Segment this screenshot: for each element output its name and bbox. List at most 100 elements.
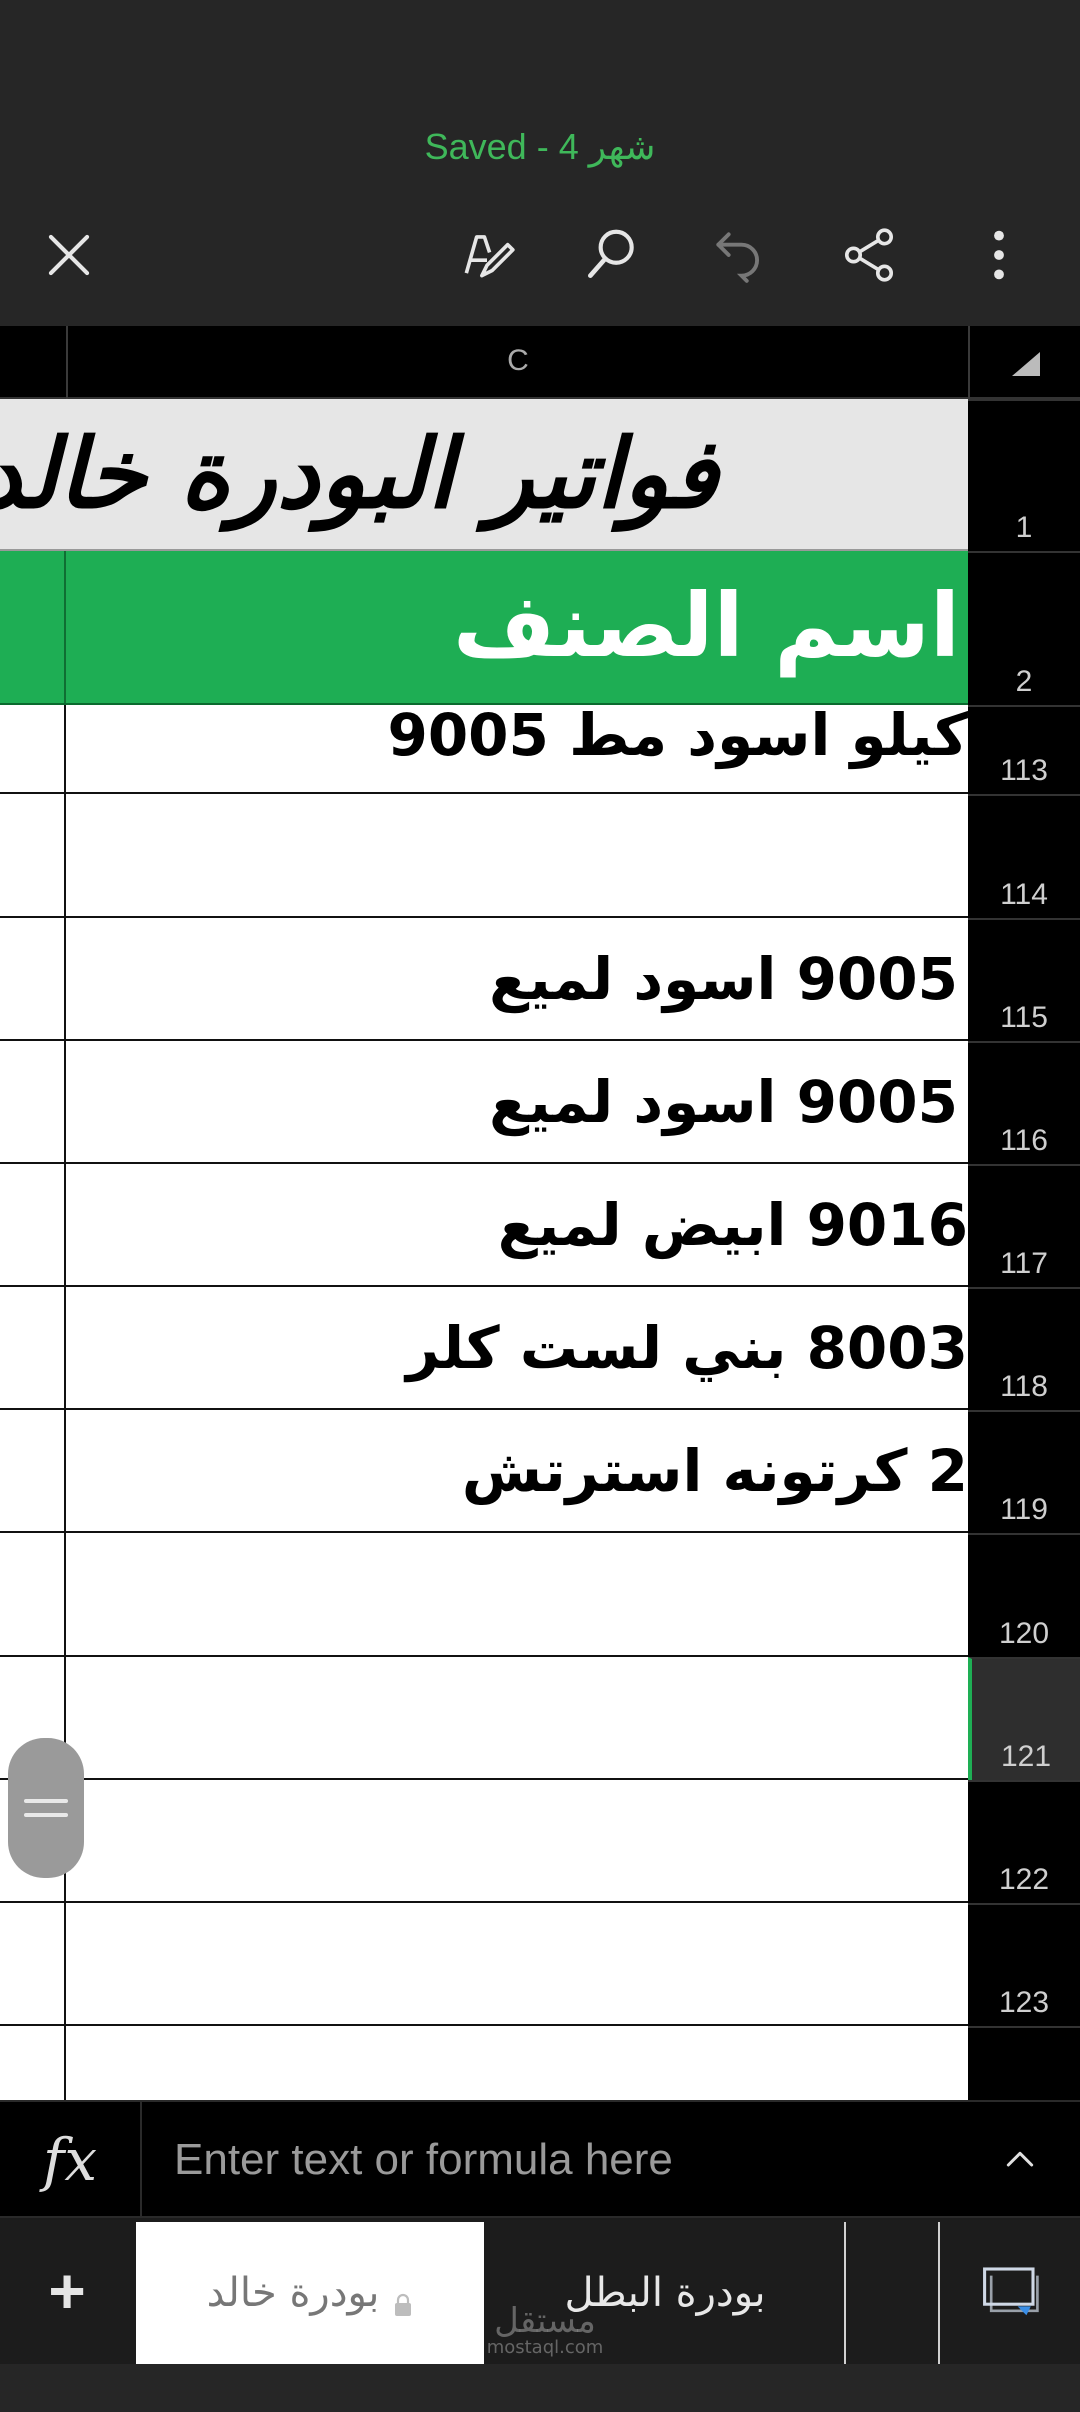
share-icon [844,228,894,282]
row-cells [0,1903,968,2026]
table-row: 8003 بني لست كلر 118 [0,1287,1080,1410]
formula-input[interactable] [174,2122,974,2198]
cell[interactable] [0,794,66,916]
row-header[interactable]: 113 [968,705,1080,794]
navigation-bar-spacer [0,2364,1080,2412]
table-row: اسم الصنف 2 [0,551,1080,705]
header-cell-item-name[interactable]: اسم الصنف [68,551,968,703]
cell[interactable] [68,794,968,916]
row-header[interactable]: 122 [968,1780,1080,1903]
sheet-tab-bar: + بودرة خالد بودرة البطل [0,2218,1080,2364]
title-cell[interactable]: فواتير البودرة خالد [0,399,968,549]
row-cells [0,1657,968,1780]
cell[interactable]: 9005 اسود لميع [68,1041,968,1162]
row-cells: 8003 بني لست كلر [0,1287,968,1410]
row-header[interactable]: 123 [968,1903,1080,2026]
close-button[interactable] [24,210,114,300]
cell[interactable]: 9005 اسود لميع [68,918,968,1039]
row-number: 117 [1000,1247,1048,1280]
cell[interactable] [0,1903,66,2024]
row-cells: كيلو اسود مط 9005 [0,705,968,794]
undo-button[interactable] [694,210,784,300]
row-cells: 9005 اسود لميع [0,1041,968,1164]
row-header[interactable]: 1 [968,399,1080,551]
sheet-tab[interactable]: بودرة البطل [486,2222,846,2364]
row-number: 2 [1015,665,1033,698]
row-cells [0,794,968,918]
cell[interactable] [0,1041,66,1162]
column-header-bar: C [0,326,1080,399]
table-row: 9005 اسود لميع 116 [0,1041,1080,1164]
chevron-up-icon [1006,2151,1034,2167]
cell[interactable] [0,1287,66,1408]
cell[interactable] [68,1903,968,2024]
column-header-c[interactable]: C [68,344,968,378]
grip-line [24,1799,68,1803]
row-header[interactable]: 114 [968,794,1080,918]
row-cells: 9005 اسود لميع [0,918,968,1041]
table-row-selected: 121 [0,1657,1080,1780]
draw-button[interactable] [442,210,532,300]
sheet-tab-active[interactable]: بودرة خالد [136,2222,484,2364]
sheet-tab-label: بودرة البطل [564,2270,766,2316]
cell[interactable] [0,1164,66,1285]
table-row: 120 [0,1533,1080,1657]
row-cells [0,1780,968,1903]
cell[interactable] [68,1780,968,1901]
row-number: 114 [1000,878,1048,911]
row-number: 116 [1000,1124,1048,1157]
row-number: 123 [998,1986,1050,2019]
expand-formula-button[interactable] [990,2130,1050,2190]
row-cells [0,2026,968,2100]
table-row: 123 [0,1903,1080,2026]
table-row: فواتير البودرة خالد 1 [0,399,1080,551]
cell[interactable] [68,1657,968,1778]
function-icon[interactable]: fx [0,2102,142,2218]
cell[interactable] [0,551,66,703]
cell[interactable] [0,1410,66,1531]
undo-icon [716,232,759,283]
select-all-triangle-icon [1012,352,1040,376]
row-header[interactable] [968,2026,1080,2100]
spreadsheet-grid[interactable]: C فواتير البودرة خالد 1 اسم الصنف 2 كيلو… [0,326,1080,2100]
document-save-status: Saved - شهر 4 [424,126,656,167]
cell[interactable]: 9016 ابيض لميع [68,1164,968,1285]
row-header[interactable]: 120 [968,1533,1080,1657]
table-row: 122 [0,1780,1080,1903]
cell[interactable] [0,2026,66,2100]
more-options-button[interactable] [954,210,1044,300]
cell[interactable]: 8003 بني لست كلر [68,1287,968,1408]
cell[interactable] [0,1533,66,1655]
cell[interactable]: 2 كرتونه استرتش [68,1410,968,1531]
row-number: 121 [1000,1740,1052,1773]
table-row: 9005 اسود لميع 115 [0,918,1080,1041]
cell[interactable] [0,918,66,1039]
search-icon [588,229,634,278]
row-number: 113 [1000,754,1048,787]
select-all-corner[interactable] [968,326,1080,399]
row-header[interactable]: 116 [968,1041,1080,1164]
row-header[interactable]: 118 [968,1287,1080,1410]
row-cells: اسم الصنف [0,551,968,705]
formula-bar: fx [0,2100,1080,2218]
sheet-tab-label: بودرة خالد [206,2270,380,2316]
row-header[interactable]: 121 [968,1657,1080,1780]
table-row [0,2026,1080,2100]
row-header[interactable]: 119 [968,1410,1080,1533]
table-row: كيلو اسود مط 9005 113 [0,705,1080,794]
lock-icon [393,2281,413,2316]
cell[interactable] [68,1533,968,1655]
scroll-handle[interactable] [8,1738,84,1878]
row-number: 115 [1000,1001,1048,1034]
sheet-tab-overflow[interactable] [848,2222,940,2364]
cell[interactable]: كيلو اسود مط 9005 [68,705,968,792]
row-header[interactable]: 117 [968,1164,1080,1287]
share-button[interactable] [824,210,914,300]
row-number: 1 [1015,511,1033,544]
row-header[interactable]: 115 [968,918,1080,1041]
add-sheet-button[interactable]: + [0,2218,134,2364]
sheets-view-button[interactable] [942,2218,1080,2364]
search-button[interactable] [566,210,656,300]
cell[interactable] [0,705,66,792]
row-header[interactable]: 2 [968,551,1080,705]
